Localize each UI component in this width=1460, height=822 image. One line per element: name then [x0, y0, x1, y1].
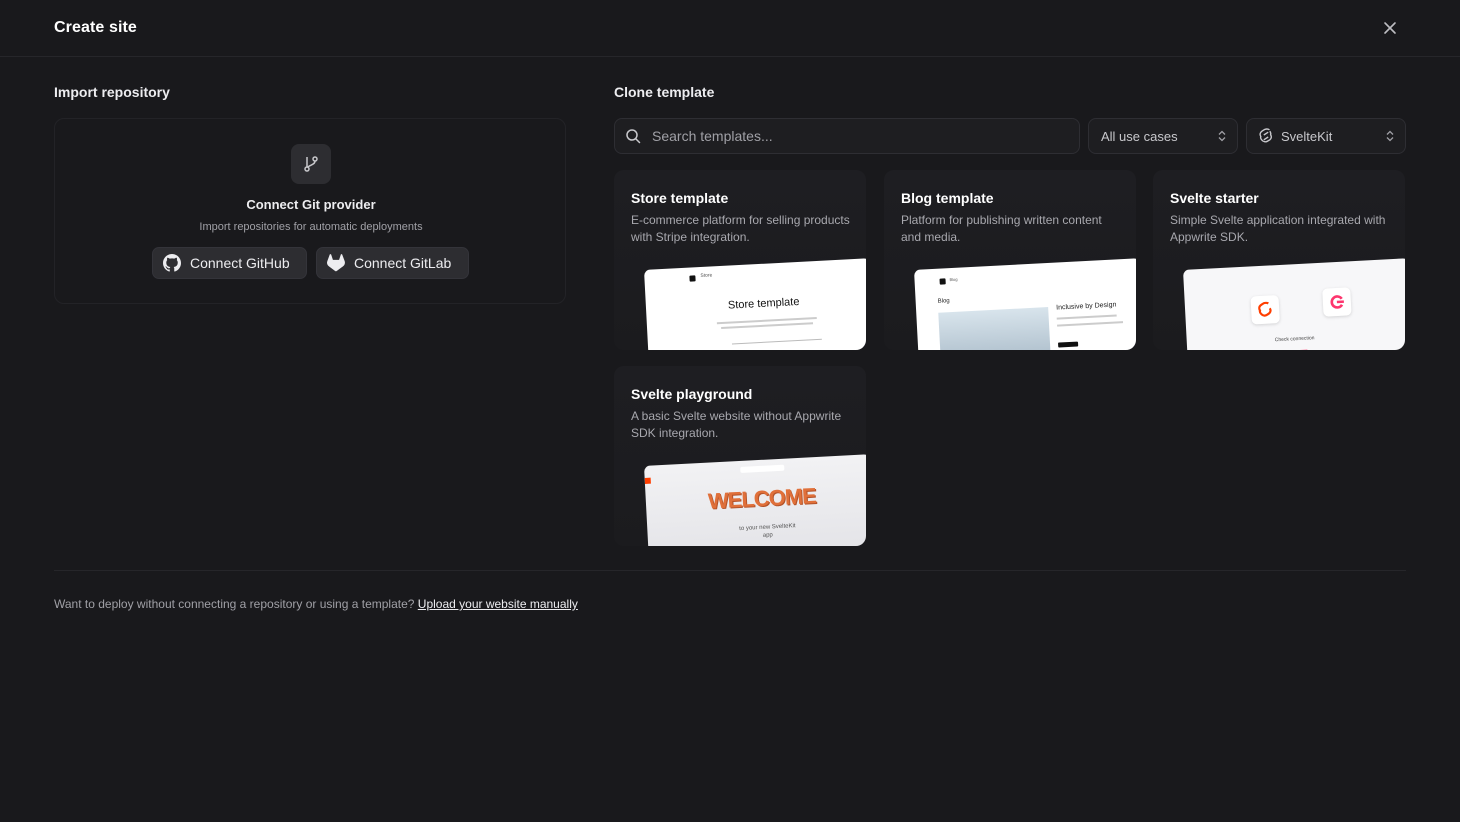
preview-heading: Store template — [727, 295, 800, 312]
framework-value: SvelteKit — [1281, 128, 1333, 144]
template-name: Blog template — [901, 190, 994, 206]
template-preview: Store Store template — [644, 258, 866, 350]
use-case-select[interactable]: All use cases — [1088, 118, 1238, 154]
gitlab-icon — [327, 254, 345, 272]
preview-brand: Blog — [949, 276, 958, 283]
preview-brand: Store — [700, 272, 713, 280]
preview-logo — [939, 278, 946, 285]
svelte-logo — [1250, 295, 1280, 325]
git-icon-box — [291, 144, 331, 184]
git-provider-subtitle: Import repositories for automatic deploy… — [199, 221, 423, 233]
clone-section-title: Clone template — [614, 84, 715, 100]
preview-logo — [644, 477, 651, 484]
preview-image — [938, 307, 1051, 350]
close-icon — [1384, 22, 1396, 34]
github-icon — [163, 254, 181, 272]
template-card-svelte-starter[interactable]: Svelte starter Simple Svelte application… — [1153, 170, 1405, 350]
template-preview: Check connection — [1183, 258, 1405, 350]
chevron-updown-icon — [1218, 130, 1226, 142]
git-provider-heading: Connect Git provider — [246, 197, 376, 212]
modal-title: Create site — [54, 19, 137, 36]
connect-gitlab-label: Connect GitLab — [354, 255, 452, 271]
preview-subheading: to your new SvelteKit app — [739, 523, 796, 539]
modal-header: Create site — [0, 0, 1460, 57]
close-button[interactable] — [1378, 16, 1402, 40]
preview-heading: Blog — [937, 298, 950, 305]
template-preview: WELCOME to your new SvelteKit app — [644, 454, 866, 546]
template-name: Svelte starter — [1170, 190, 1259, 206]
chevron-updown-icon — [1386, 130, 1394, 142]
svelte-icon — [1259, 128, 1272, 143]
preview-line — [1056, 314, 1117, 320]
git-provider-card: Connect Git provider Import repositories… — [54, 118, 566, 304]
footer-text: Want to deploy without connecting a repo… — [54, 597, 415, 611]
appwrite-logo — [1322, 287, 1352, 317]
preview-nav — [731, 338, 822, 345]
connect-github-label: Connect GitHub — [190, 255, 290, 271]
template-card-blog[interactable]: Blog template Platform for publishing wr… — [884, 170, 1136, 350]
footer: Want to deploy without connecting a repo… — [54, 597, 578, 611]
template-preview: Blog Blog Inclusive by Design — [914, 258, 1136, 350]
template-name: Store template — [631, 190, 729, 206]
upload-manually-link[interactable]: Upload your website manually — [418, 597, 578, 611]
connect-github-button[interactable]: Connect GitHub — [152, 247, 307, 279]
template-description: E-commerce platform for selling products… — [631, 213, 850, 244]
git-branch-icon — [304, 156, 318, 172]
template-card-svelte-playground[interactable]: Svelte playground A basic Svelte website… — [614, 366, 866, 546]
template-description: Simple Svelte application integrated wit… — [1170, 213, 1386, 244]
template-search[interactable] — [614, 118, 1080, 154]
framework-select[interactable]: SvelteKit — [1246, 118, 1406, 154]
template-card-store[interactable]: Store template E-commerce platform for s… — [614, 170, 866, 350]
preview-logo — [689, 275, 696, 282]
template-name: Svelte playground — [631, 386, 753, 402]
footer-divider — [54, 570, 1406, 571]
search-input[interactable] — [652, 128, 1052, 144]
preview-line — [1057, 321, 1124, 327]
preview-article-title: Inclusive by Design — [1056, 301, 1117, 312]
search-icon — [626, 129, 641, 144]
template-description: A basic Svelte website without Appwrite … — [631, 409, 842, 440]
use-case-value: All use cases — [1101, 128, 1178, 144]
preview-button — [1057, 341, 1079, 348]
import-section-title: Import repository — [54, 84, 170, 100]
template-description: Platform for publishing written content … — [901, 213, 1102, 244]
preview-heading: WELCOME — [707, 483, 817, 514]
connect-gitlab-button[interactable]: Connect GitLab — [316, 247, 469, 279]
preview-nav — [740, 464, 785, 473]
preview-caption: Check connection — [1274, 335, 1315, 344]
